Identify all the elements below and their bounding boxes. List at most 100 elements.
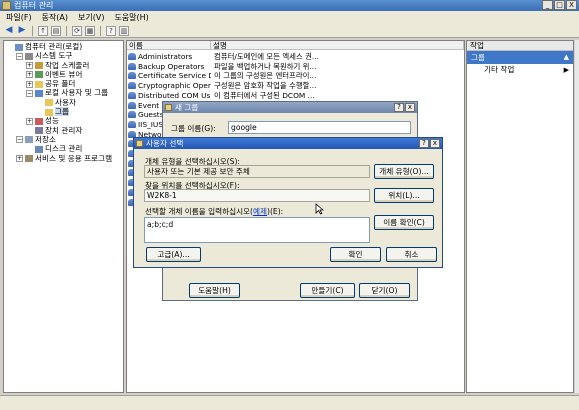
group-name: Administrators <box>138 52 193 61</box>
tree-expander-icon[interactable]: + <box>26 62 33 70</box>
help-icon[interactable]: ? <box>106 25 116 36</box>
help-button[interactable]: 도움말(H) <box>189 283 240 298</box>
tree-expander-icon[interactable]: − <box>16 52 23 60</box>
tree-node-label: 서비스 및 응용 프로그램 <box>35 153 113 163</box>
actions-section-label: 그룹 <box>471 53 485 62</box>
tree-node[interactable]: 사용자 <box>6 98 123 107</box>
list-item[interactable]: Certificate Service D...이 그룹의 구성원은 엔터프라이… <box>128 71 331 81</box>
tree-node[interactable]: − 로컬 사용자 및 그룹 <box>6 88 123 97</box>
export-list-icon[interactable]: ▦ <box>85 25 95 36</box>
properties-icon[interactable]: ▥ <box>119 25 129 36</box>
examples-link[interactable]: 예제 <box>253 207 267 216</box>
tree-node[interactable]: 컴퓨터 관리(로컬) <box>6 42 123 51</box>
refresh-icon[interactable]: ⟳ <box>72 25 82 36</box>
list-item[interactable]: Cryptographic Oper... 구성원은 암호화 작업을 수행할... <box>128 81 331 91</box>
dialog-help-button[interactable]: ? <box>394 103 404 112</box>
group-name: Backup Operators <box>138 61 205 71</box>
group-name-input[interactable]: google <box>228 121 411 134</box>
group-icon <box>128 111 136 119</box>
check-names-button[interactable]: 이름 확인(C) <box>374 215 434 230</box>
tree-node[interactable]: 디스크 관리 <box>6 144 123 153</box>
group-icon <box>128 82 136 90</box>
users-icon <box>35 89 43 97</box>
create-button[interactable]: 만들기(C) <box>300 283 355 298</box>
group-description: 이 그룹의 구성원은 엔터프라이... <box>214 71 317 81</box>
back-arrow-icon[interactable]: ◀ <box>4 25 14 36</box>
tree-expander-icon[interactable]: − <box>16 136 23 144</box>
tree-node[interactable]: + 작업 스케줄러 <box>6 61 123 70</box>
tree-expander-icon <box>26 146 33 153</box>
group-icon <box>128 120 136 128</box>
menu-help[interactable]: 도움말(H) <box>114 12 148 23</box>
group-name-label: 그룹 이름(G): <box>171 124 216 133</box>
minimize-button[interactable]: _ <box>542 0 553 10</box>
actions-header: 작업 <box>467 41 573 51</box>
tree-node-label: 공유 폴더 <box>45 79 76 89</box>
device-icon <box>35 127 43 135</box>
column-header-name[interactable]: 이름 <box>127 41 211 50</box>
list-item[interactable]: Distributed COM Us... 이 컴퓨터에서 구성된 DCOM ..… <box>128 91 331 101</box>
more-actions-label: 기타 작업 <box>484 65 515 74</box>
folder-icon <box>45 99 53 107</box>
list-item[interactable]: Administrators 컴퓨터/도메인에 모든 엑세스 권... <box>128 52 331 62</box>
locations-button[interactable]: 위치(L)... <box>374 188 434 203</box>
group-icon <box>128 101 136 109</box>
show-hide-tree-icon[interactable]: ▤ <box>51 25 61 36</box>
tree-expander-icon[interactable]: + <box>26 71 33 79</box>
menu-action[interactable]: 동작(A) <box>42 12 68 23</box>
tree-node[interactable]: − 시스템 도구 <box>6 51 123 60</box>
object-names-label: 선택할 개체 이름을 입력하십시오(예제)(E): <box>145 206 283 217</box>
tree-node[interactable]: 장치 관리자 <box>6 126 123 135</box>
tree-expander-icon[interactable]: + <box>16 155 23 163</box>
group-dialog-icon <box>165 104 172 111</box>
close-dialog-button[interactable]: 닫기(O) <box>359 283 410 298</box>
select-dialog-close-button[interactable]: x <box>430 139 440 148</box>
disk-icon <box>35 145 43 153</box>
list-item[interactable]: Backup Operators 파일을 백업하거나 복원하기 위... <box>128 62 331 72</box>
maximize-button[interactable]: □ <box>554 0 565 10</box>
tree-expander-icon[interactable]: + <box>26 117 33 125</box>
select-dialog-help-button[interactable]: ? <box>419 139 429 148</box>
console-tree[interactable]: 컴퓨터 관리(로컬) − 시스템 도구 + 작업 스케줄러 + 이벤트 뷰어 + 공유 폴더 − 로… <box>3 40 124 393</box>
ok-button[interactable]: 확인 <box>330 247 381 262</box>
tree-node[interactable]: − 저장소 <box>6 135 123 144</box>
vertical-scrollbar[interactable] <box>575 40 579 393</box>
more-actions-item[interactable]: 기타 작업 ▶ <box>467 64 573 76</box>
services-icon <box>25 155 33 163</box>
tree-node[interactable]: + 성능 <box>6 116 123 125</box>
submenu-arrow-icon: ▶ <box>563 66 569 74</box>
select-users-dialog: 사용자 선택 ? x 개체 유형을 선택하십시오(S): 사용자 또는 기본 제… <box>133 137 443 268</box>
tree-node-label: 로컬 사용자 및 그룹 <box>45 88 109 98</box>
group-name: Distributed COM Us... <box>138 90 211 100</box>
tree-expander-icon[interactable]: + <box>26 80 33 88</box>
menu-view[interactable]: 보기(V) <box>78 12 104 23</box>
object-names-label-text: 선택할 개체 이름을 입력하십시오( <box>145 207 254 216</box>
new-group-dialog-title-bar[interactable]: 새 그룹 ? x <box>163 102 417 113</box>
window-title-bar[interactable]: 컴퓨터 관리 _ □ X <box>0 0 579 11</box>
tree-node[interactable]: + 이벤트 뷰어 <box>6 70 123 79</box>
group-description: 이 컴퓨터에서 구성된 DCOM ... <box>214 90 315 100</box>
forward-arrow-icon[interactable]: ▶ <box>17 25 27 36</box>
storage-icon <box>25 136 33 144</box>
object-types-button[interactable]: 개체 유형(O)... <box>374 164 434 179</box>
up-folder-icon[interactable]: ↑ <box>38 25 48 36</box>
cancel-button[interactable]: 취소 <box>386 247 437 262</box>
tree-node[interactable]: 그룹 <box>6 107 123 117</box>
tree-expander-icon <box>36 99 43 106</box>
list-header: 이름 설명 <box>127 41 464 50</box>
advanced-button[interactable]: 고급(A)... <box>146 247 201 262</box>
collapse-caret-icon[interactable]: ▲ <box>564 51 569 64</box>
tree-node[interactable]: + 서비스 및 응용 프로그램 <box>6 154 123 163</box>
menu-file[interactable]: 파일(F) <box>6 12 32 23</box>
actions-section-groups[interactable]: 그룹 ▲ <box>467 51 573 64</box>
mouse-cursor-icon <box>315 203 324 215</box>
tools-icon <box>25 52 33 60</box>
dialog-close-button[interactable]: x <box>405 103 415 112</box>
object-names-input[interactable]: a;b;c;d <box>144 217 370 243</box>
toolbar: ◀ ▶ ↑ ▤ ⟳ ▦ ? ▥ <box>0 24 579 38</box>
group-icon <box>128 62 136 70</box>
tree-expander-icon[interactable]: − <box>26 89 33 97</box>
select-users-title-bar[interactable]: 사용자 선택 ? x <box>134 138 442 149</box>
close-button[interactable]: X <box>566 0 577 10</box>
column-header-description[interactable]: 설명 <box>211 41 464 50</box>
